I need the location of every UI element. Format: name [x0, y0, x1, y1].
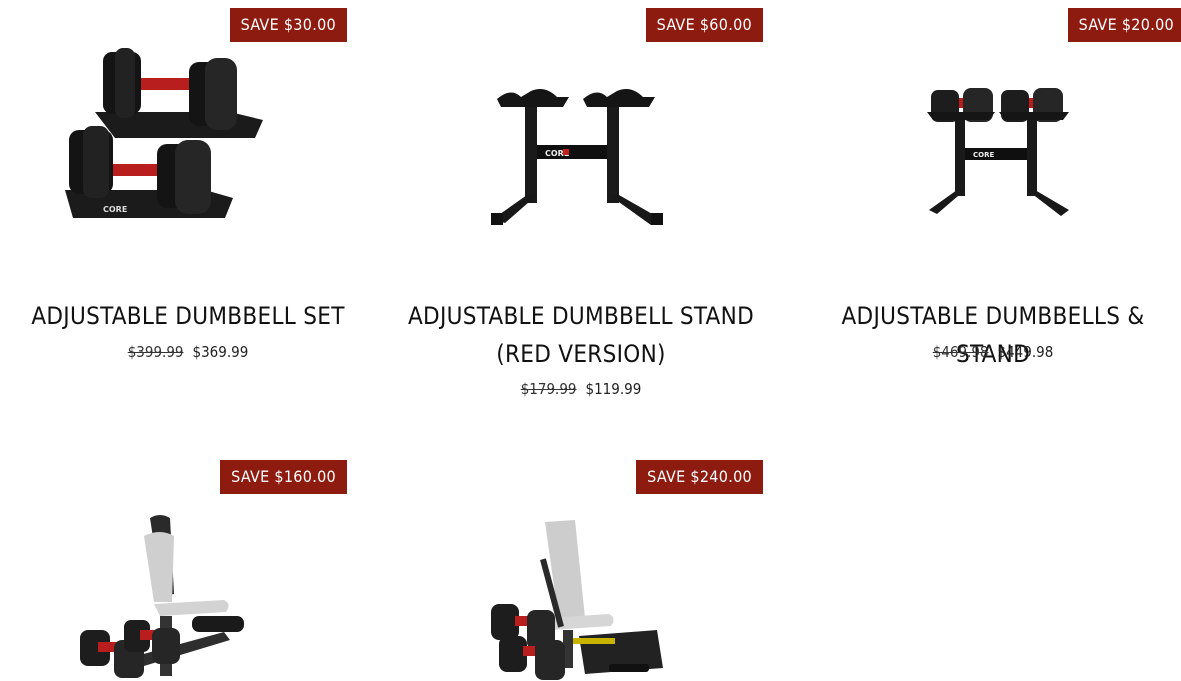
sale-price: $119.99 [585, 380, 642, 398]
product-card-bench-dumbbells[interactable]: SAVE $160.00 [0, 452, 376, 681]
save-badge: SAVE $20.00 [1067, 8, 1181, 42]
product-title-line2[interactable]: (RED VERSION) [393, 335, 769, 373]
product-card-dumbbell-stand[interactable]: SAVE $60.00 CORE ADJUSTABLE DUMBBELL STA… [393, 0, 769, 410]
save-badge: SAVE $160.00 [220, 460, 347, 494]
svg-text:CORE: CORE [103, 205, 127, 214]
svg-text:CORE: CORE [973, 151, 994, 159]
sale-price: $369.99 [192, 343, 249, 361]
save-badge: SAVE $30.00 [229, 8, 347, 42]
product-card-dumbbell-set[interactable]: SAVE $30.00 CORE ADJUSTABLE DUMBBELL SET… [0, 0, 376, 400]
original-price: $399.99 [127, 343, 184, 361]
product-image-dumbbells-on-stand[interactable]: CORE [923, 82, 1073, 222]
product-image-bench-dumbbell-platform[interactable] [489, 518, 669, 681]
product-prices: $399.99 $369.99 [0, 341, 376, 363]
product-card-dumbbells-and-stand[interactable]: SAVE $20.00 CORE ADJUSTABLE DUMBBELLS & … [805, 0, 1181, 400]
product-prices: $179.99 $119.99 [393, 378, 769, 400]
product-image-bench-with-dumbbells[interactable] [74, 512, 254, 681]
original-price: $469.98 [932, 343, 989, 361]
original-price: $179.99 [520, 380, 577, 398]
product-image-dumbbell-set[interactable]: CORE [55, 40, 275, 230]
product-image-dumbbell-stand[interactable]: CORE [491, 85, 671, 230]
product-title[interactable]: ADJUSTABLE DUMBBELL SET [0, 297, 376, 335]
save-badge: SAVE $240.00 [636, 460, 763, 494]
save-badge: SAVE $60.00 [645, 8, 763, 42]
product-card-bench-dumbbell-platform[interactable]: SAVE $240.00 [393, 452, 769, 681]
sale-price: $449.98 [997, 343, 1054, 361]
product-title[interactable]: ADJUSTABLE DUMBBELL STAND [393, 297, 769, 335]
product-prices: $469.98 $449.98 [805, 341, 1181, 363]
